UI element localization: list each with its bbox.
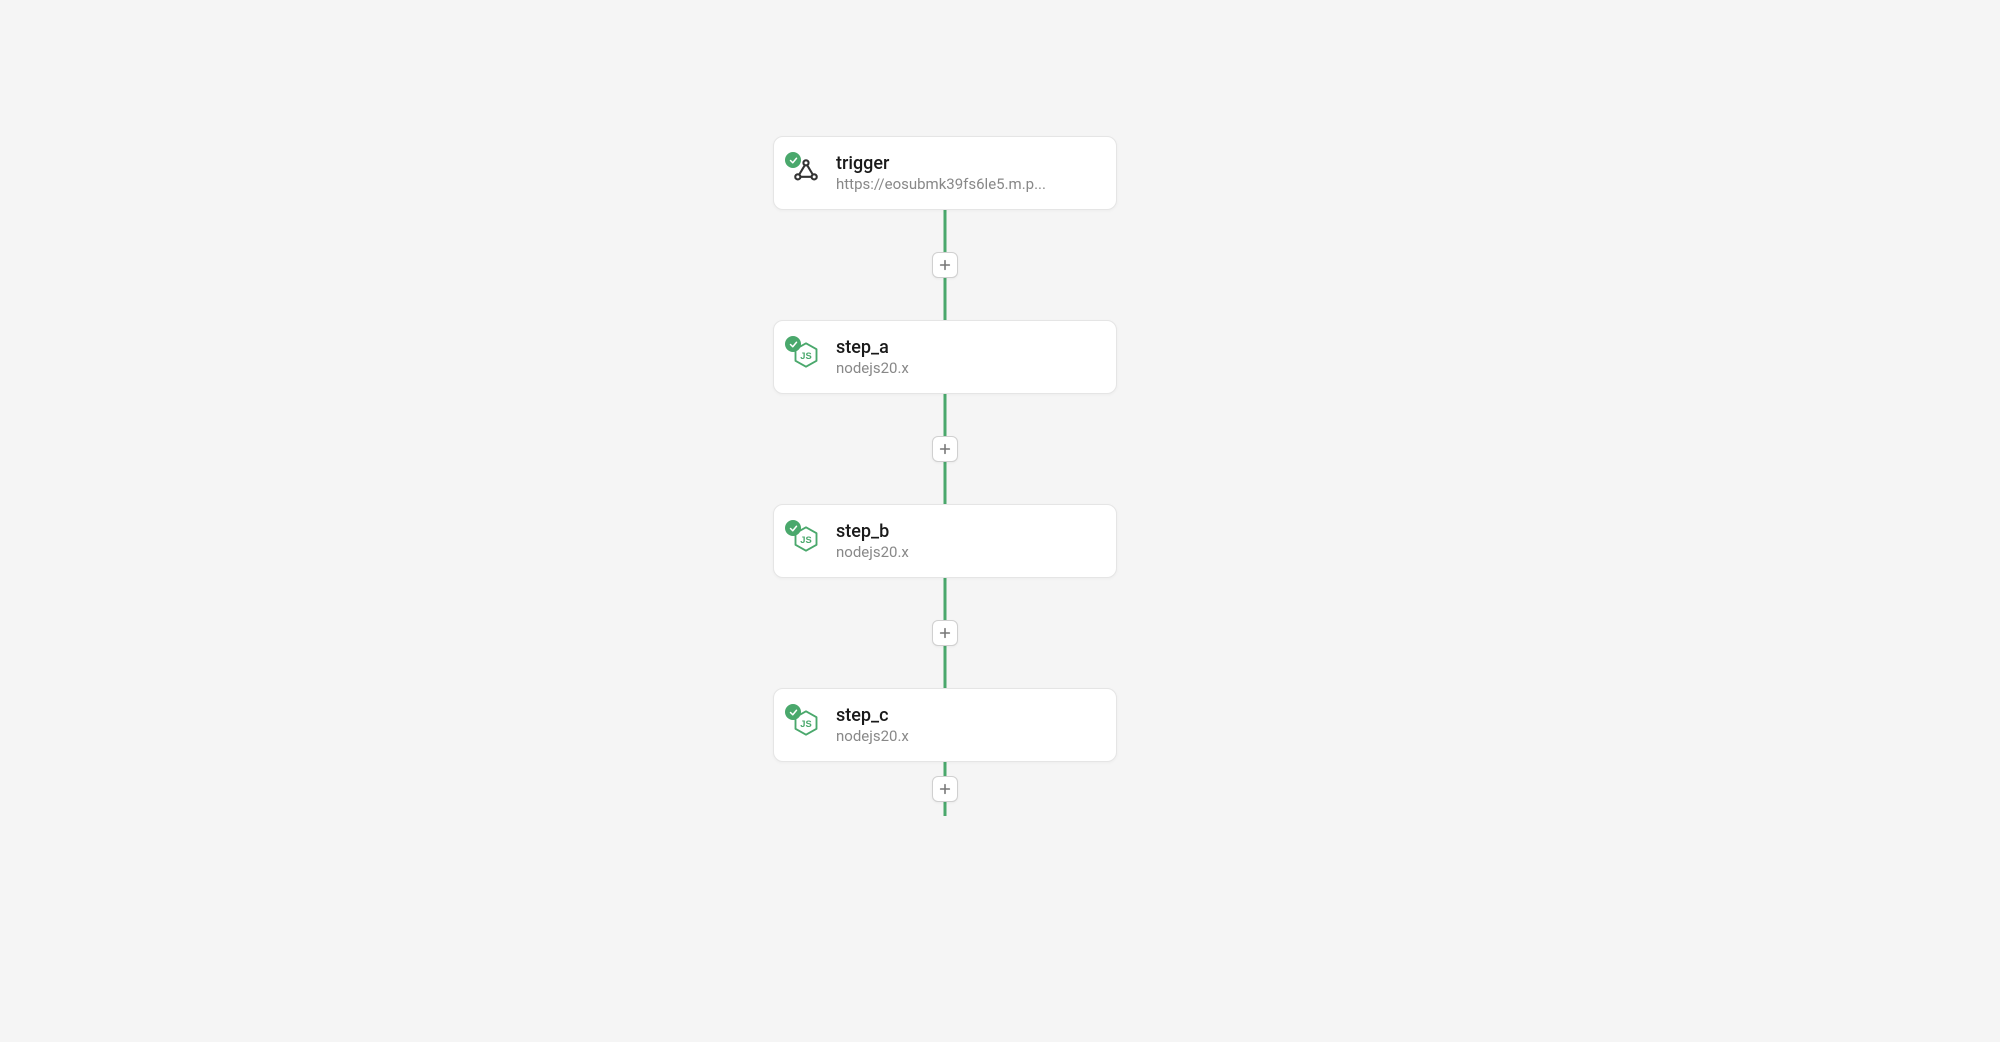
node-title: step_c bbox=[836, 704, 909, 727]
node-icon-wrapper bbox=[790, 157, 822, 189]
node-step-a[interactable]: JS step_a nodejs20.x bbox=[773, 320, 1117, 394]
connector bbox=[773, 762, 1117, 816]
node-subtitle: nodejs20.x bbox=[836, 543, 909, 563]
node-icon-wrapper: JS bbox=[790, 341, 822, 373]
svg-text:JS: JS bbox=[800, 351, 811, 361]
workflow-column: trigger https://eosubmk39fs6le5.m.p... J… bbox=[773, 136, 1117, 816]
node-text: trigger https://eosubmk39fs6le5.m.p... bbox=[836, 152, 1046, 195]
workflow-canvas[interactable]: trigger https://eosubmk39fs6le5.m.p... J… bbox=[0, 0, 2000, 1042]
node-subtitle: nodejs20.x bbox=[836, 727, 909, 747]
connector bbox=[773, 394, 1117, 504]
node-subtitle: nodejs20.x bbox=[836, 359, 909, 379]
node-title: trigger bbox=[836, 152, 1046, 175]
svg-text:JS: JS bbox=[800, 535, 811, 545]
node-title: step_b bbox=[836, 520, 909, 543]
status-success-icon bbox=[785, 520, 801, 536]
node-icon-wrapper: JS bbox=[790, 525, 822, 557]
node-title: step_a bbox=[836, 336, 909, 359]
node-text: step_b nodejs20.x bbox=[836, 520, 909, 563]
node-step-b[interactable]: JS step_b nodejs20.x bbox=[773, 504, 1117, 578]
node-text: step_c nodejs20.x bbox=[836, 704, 909, 747]
add-step-button[interactable] bbox=[932, 776, 958, 802]
add-step-button[interactable] bbox=[932, 252, 958, 278]
connector bbox=[773, 578, 1117, 688]
status-success-icon bbox=[785, 704, 801, 720]
status-success-icon bbox=[785, 152, 801, 168]
add-step-button[interactable] bbox=[932, 620, 958, 646]
node-text: step_a nodejs20.x bbox=[836, 336, 909, 379]
node-trigger[interactable]: trigger https://eosubmk39fs6le5.m.p... bbox=[773, 136, 1117, 210]
status-success-icon bbox=[785, 336, 801, 352]
node-step-c[interactable]: JS step_c nodejs20.x bbox=[773, 688, 1117, 762]
node-icon-wrapper: JS bbox=[790, 709, 822, 741]
svg-text:JS: JS bbox=[800, 719, 811, 729]
add-step-button[interactable] bbox=[932, 436, 958, 462]
connector bbox=[773, 210, 1117, 320]
node-subtitle: https://eosubmk39fs6le5.m.p... bbox=[836, 175, 1046, 195]
